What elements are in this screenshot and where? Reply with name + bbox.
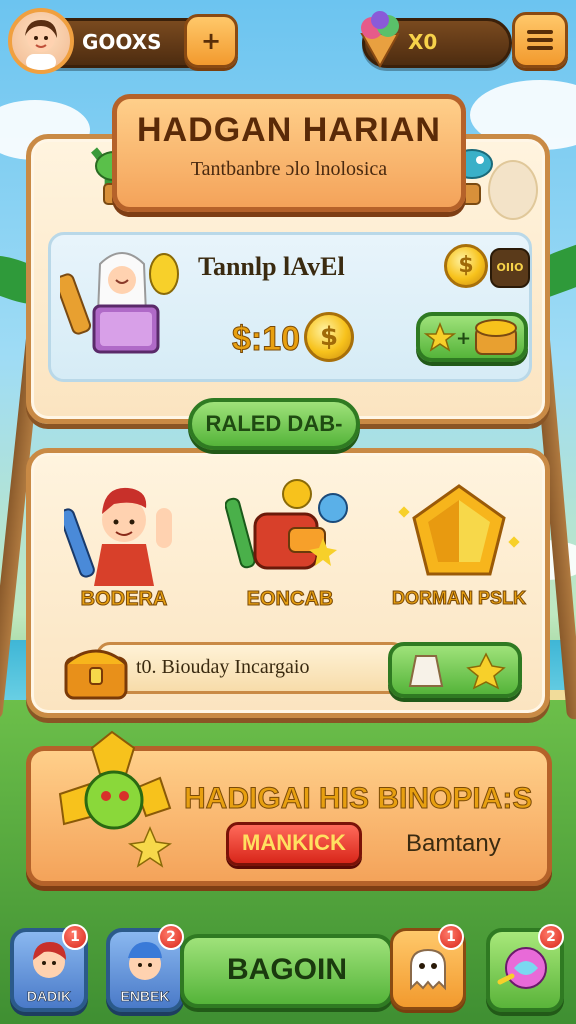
reward-item-dorman-pslk[interactable]: DORMAN PSLK (384, 478, 534, 618)
star-chest-icon: + (423, 319, 517, 355)
task-label: Tannlp lAvEl (198, 252, 345, 281)
notification-badge: 1 (438, 924, 464, 950)
reward-label-dorman-pslk: DORMAN PSLK (392, 588, 527, 609)
robot-toy-icon (224, 479, 348, 570)
menu-button[interactable] (512, 12, 568, 68)
coin-icon: $ (304, 312, 354, 362)
bag-star-icon (408, 652, 506, 690)
ghost-icon (410, 948, 446, 991)
promo-action-button[interactable]: MANKICK (226, 822, 362, 866)
add-button[interactable]: + (184, 14, 238, 68)
daily-mission-subtitle: Tantbanbre ɔlo lnolosica (190, 158, 388, 180)
treasure-chest-icon (62, 634, 130, 704)
currency-value: X0 (408, 30, 438, 54)
daily-mission-title: HADGAN HARIAN (137, 111, 441, 149)
notification-badge: 2 (538, 924, 564, 950)
svg-text:+: + (456, 328, 471, 349)
gem-bag-icon (352, 8, 408, 69)
faded-leaf-icon (488, 160, 538, 220)
gold-gem-icon (398, 484, 520, 576)
reward-item-eoncab[interactable]: EONCAB (220, 478, 360, 618)
daily-mission-banner: HADGAN HARIAN Tantbanbre ɔlo lnolosica (112, 94, 466, 212)
coin-stack-icon: $ (444, 244, 488, 288)
nav-label-dadik: DADIK (26, 988, 72, 1005)
hijab-girl-tablet-icon (54, 244, 190, 364)
promo-side-text: Bamtany (406, 830, 501, 857)
nav-label-enbek: ENBEK (120, 988, 170, 1005)
reward-amount: $:10 (231, 320, 301, 359)
reward-label-eoncab: EONCAB (246, 588, 334, 611)
sparkle-candy-icon (50, 728, 180, 868)
rewards-ribbon[interactable]: RALED DAB- (188, 398, 360, 450)
reward-label-bodera: BODERA (80, 588, 168, 611)
coin-counter-badge: OIIO (490, 248, 530, 288)
plus-icon: + (200, 27, 222, 55)
hero-boy-icon (59, 487, 172, 586)
girl-avatar-icon (25, 20, 57, 70)
progress-label: t0. Bioudaу Incargaio (136, 656, 310, 678)
hamburger-icon (527, 30, 553, 50)
player-name: GOOXS (82, 30, 162, 54)
claim-chest-button[interactable]: + (416, 312, 528, 362)
main-action-button[interactable]: BAGOIN (180, 934, 394, 1008)
notification-badge: 1 (62, 924, 88, 950)
reward-item-bodera[interactable]: BODERA (54, 478, 194, 618)
player-avatar[interactable] (8, 8, 74, 74)
promo-title: HADIGAI HIS BINOPIA:S (183, 782, 533, 816)
progress-claim-button[interactable] (388, 642, 522, 698)
